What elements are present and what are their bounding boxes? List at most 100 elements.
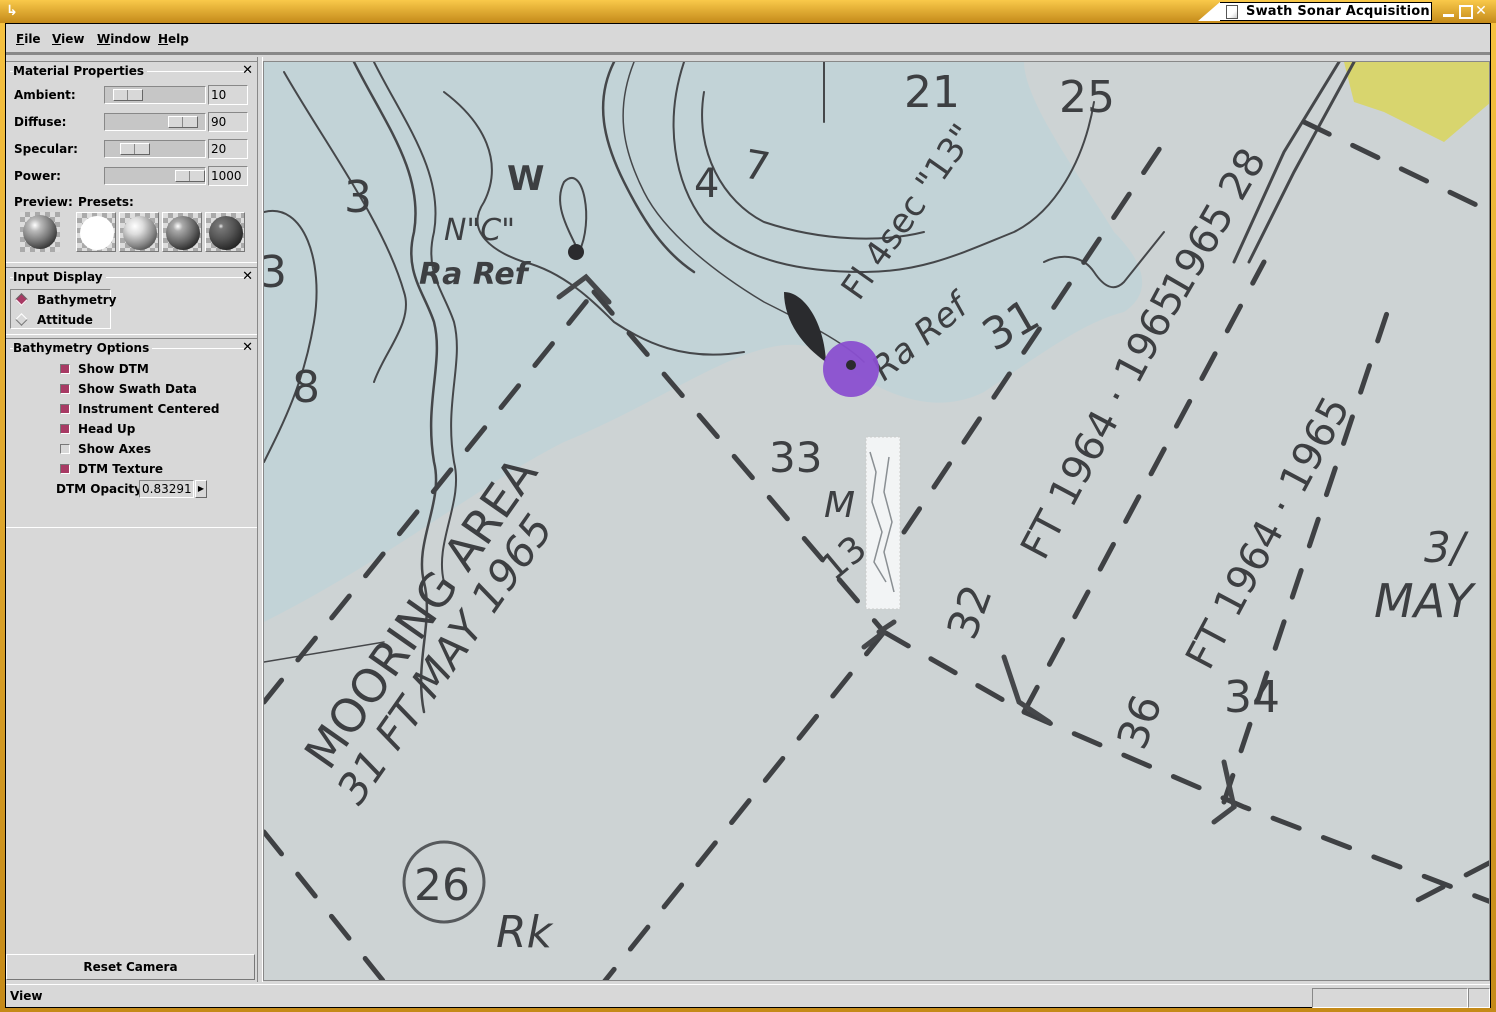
power-value-field[interactable]: 1000 bbox=[208, 166, 248, 186]
instrument-centered-checkbox[interactable]: Instrument Centered bbox=[60, 401, 219, 417]
checkbox-checked-icon bbox=[60, 384, 70, 394]
buoy-icon bbox=[568, 244, 584, 260]
area-label: MAY bbox=[1374, 574, 1477, 628]
radio-selected-icon bbox=[15, 293, 28, 306]
checkbox-label: Show Swath Data bbox=[78, 382, 197, 396]
preset-light-button[interactable] bbox=[119, 212, 159, 252]
depth-label: 33 bbox=[769, 433, 822, 482]
dtm-opacity-field[interactable]: 0.83291 bbox=[139, 480, 194, 498]
preview-label: Preview: bbox=[14, 195, 73, 209]
specular-value-field[interactable]: 20 bbox=[208, 139, 248, 159]
minimize-icon[interactable] bbox=[1442, 4, 1456, 18]
material-properties-panel: Material Properties ✕ Ambient: 10 Diffus… bbox=[6, 61, 257, 263]
sonar-3d-viewport[interactable]: .ink { stroke: #45474a; fill: none; stro… bbox=[263, 61, 1490, 981]
diffuse-label: Diffuse: bbox=[14, 115, 67, 129]
depth-label: 3 bbox=[344, 172, 372, 223]
dtm-texture-checkbox[interactable]: DTM Texture bbox=[60, 461, 170, 477]
checkbox-label: Show Axes bbox=[78, 442, 152, 456]
close-icon[interactable]: ✕ bbox=[242, 269, 253, 284]
material-preview bbox=[20, 212, 60, 252]
menu-file[interactable]: File bbox=[16, 32, 41, 46]
diffuse-value-field[interactable]: 90 bbox=[208, 112, 248, 132]
radio-unselected-icon bbox=[15, 313, 28, 326]
window-title: Swath Sonar Acquisition bbox=[1246, 4, 1430, 19]
show-swath-data-checkbox[interactable]: Show Swath Data bbox=[60, 381, 200, 397]
menu-window-mnemonic: W bbox=[97, 32, 111, 46]
show-axes-checkbox[interactable]: Show Axes bbox=[60, 441, 160, 457]
power-label: Power: bbox=[14, 169, 61, 183]
panel-title: Input Display bbox=[13, 270, 106, 284]
close-icon[interactable]: ✕ bbox=[242, 63, 253, 78]
close-icon[interactable]: ✕ bbox=[242, 340, 253, 355]
checkbox-checked-icon bbox=[60, 404, 70, 414]
status-field bbox=[1468, 988, 1490, 1008]
swath-data-strip bbox=[865, 436, 901, 610]
menu-window-label: indow bbox=[110, 32, 151, 46]
nautical-chart-map: .ink { stroke: #45474a; fill: none; stro… bbox=[264, 62, 1489, 980]
ambient-slider[interactable] bbox=[104, 86, 206, 104]
title-bar[interactable]: ↳ Swath Sonar Acquisition ✕ bbox=[0, 0, 1496, 23]
depth-label: 26 bbox=[414, 860, 470, 911]
chart-label: W bbox=[507, 159, 545, 199]
ambient-value-field[interactable]: 10 bbox=[208, 85, 248, 105]
depth-label: 4 bbox=[694, 161, 719, 207]
document-icon bbox=[1226, 5, 1238, 19]
menu-bar: File View Window Help bbox=[6, 24, 1490, 55]
slider-thumb[interactable] bbox=[113, 89, 143, 101]
head-up-checkbox[interactable]: Head Up bbox=[60, 421, 150, 437]
power-slider[interactable] bbox=[104, 167, 206, 185]
menu-view-label: iew bbox=[61, 32, 85, 46]
depth-label: 34 bbox=[1224, 672, 1280, 723]
menu-help-label: elp bbox=[168, 32, 189, 46]
checkbox-label: Head Up bbox=[78, 422, 136, 436]
checkbox-checked-icon bbox=[60, 464, 70, 474]
panel-title: Bathymetry Options bbox=[13, 341, 153, 355]
depth-label: 25 bbox=[1059, 72, 1115, 123]
preset-dark-button[interactable] bbox=[205, 212, 245, 252]
bathymetry-radio[interactable]: Bathymetry bbox=[15, 292, 117, 308]
slider-thumb[interactable] bbox=[175, 170, 205, 182]
reset-camera-button[interactable]: Reset Camera bbox=[6, 954, 255, 980]
specular-label: Specular: bbox=[14, 142, 78, 156]
status-text: View bbox=[10, 989, 43, 1003]
menu-view-mnemonic: V bbox=[52, 32, 62, 46]
spin-arrow-icon[interactable]: ▶ bbox=[195, 480, 207, 498]
status-bar: View bbox=[6, 984, 1490, 1008]
preview-sphere-icon bbox=[23, 215, 57, 249]
sidebar: Material Properties ✕ Ambient: 10 Diffus… bbox=[6, 57, 257, 982]
status-field bbox=[1312, 988, 1468, 1008]
panel-title: Material Properties bbox=[13, 64, 148, 78]
menu-window[interactable]: Window bbox=[97, 32, 151, 46]
slider-thumb[interactable] bbox=[168, 116, 198, 128]
main-window-client: File View Window Help Material Propertie… bbox=[5, 23, 1491, 1008]
app-window: ↳ Swath Sonar Acquisition ✕ File View Wi… bbox=[0, 0, 1496, 1012]
checkbox-checked-icon bbox=[60, 364, 70, 374]
specular-slider[interactable] bbox=[104, 140, 206, 158]
menu-help[interactable]: Help bbox=[158, 32, 189, 46]
dark-sphere-icon bbox=[209, 216, 243, 250]
checkbox-checked-icon bbox=[60, 424, 70, 434]
close-icon[interactable]: ✕ bbox=[1474, 4, 1488, 18]
attitude-radio[interactable]: Attitude bbox=[15, 312, 113, 328]
radio-label: Bathymetry bbox=[37, 293, 117, 307]
presets-label: Presets: bbox=[78, 195, 134, 209]
chart-label: M bbox=[824, 485, 855, 526]
window-title-tab[interactable]: Swath Sonar Acquisition bbox=[1198, 2, 1432, 21]
menu-view[interactable]: View bbox=[52, 32, 84, 46]
preset-medium-button[interactable] bbox=[162, 212, 202, 252]
depth-label: 8 bbox=[292, 362, 320, 413]
preset-white-button[interactable] bbox=[76, 212, 116, 252]
medium-sphere-icon bbox=[166, 216, 200, 250]
input-display-radio-group: Bathymetry Attitude bbox=[10, 289, 117, 329]
slider-thumb[interactable] bbox=[120, 143, 150, 155]
radio-label: Attitude bbox=[37, 313, 93, 327]
checkbox-label: Instrument Centered bbox=[78, 402, 220, 416]
dtm-opacity-row: DTM Opacity 0.83291 ▶ bbox=[6, 480, 257, 500]
diffuse-slider[interactable] bbox=[104, 113, 206, 131]
maximize-icon[interactable] bbox=[1458, 4, 1473, 19]
light-sphere-icon bbox=[123, 216, 157, 250]
white-sphere-icon bbox=[80, 216, 114, 250]
app-menu-icon[interactable]: ↳ bbox=[6, 3, 20, 19]
depth-label: 21 bbox=[904, 67, 960, 118]
show-dtm-checkbox[interactable]: Show DTM bbox=[60, 361, 180, 377]
